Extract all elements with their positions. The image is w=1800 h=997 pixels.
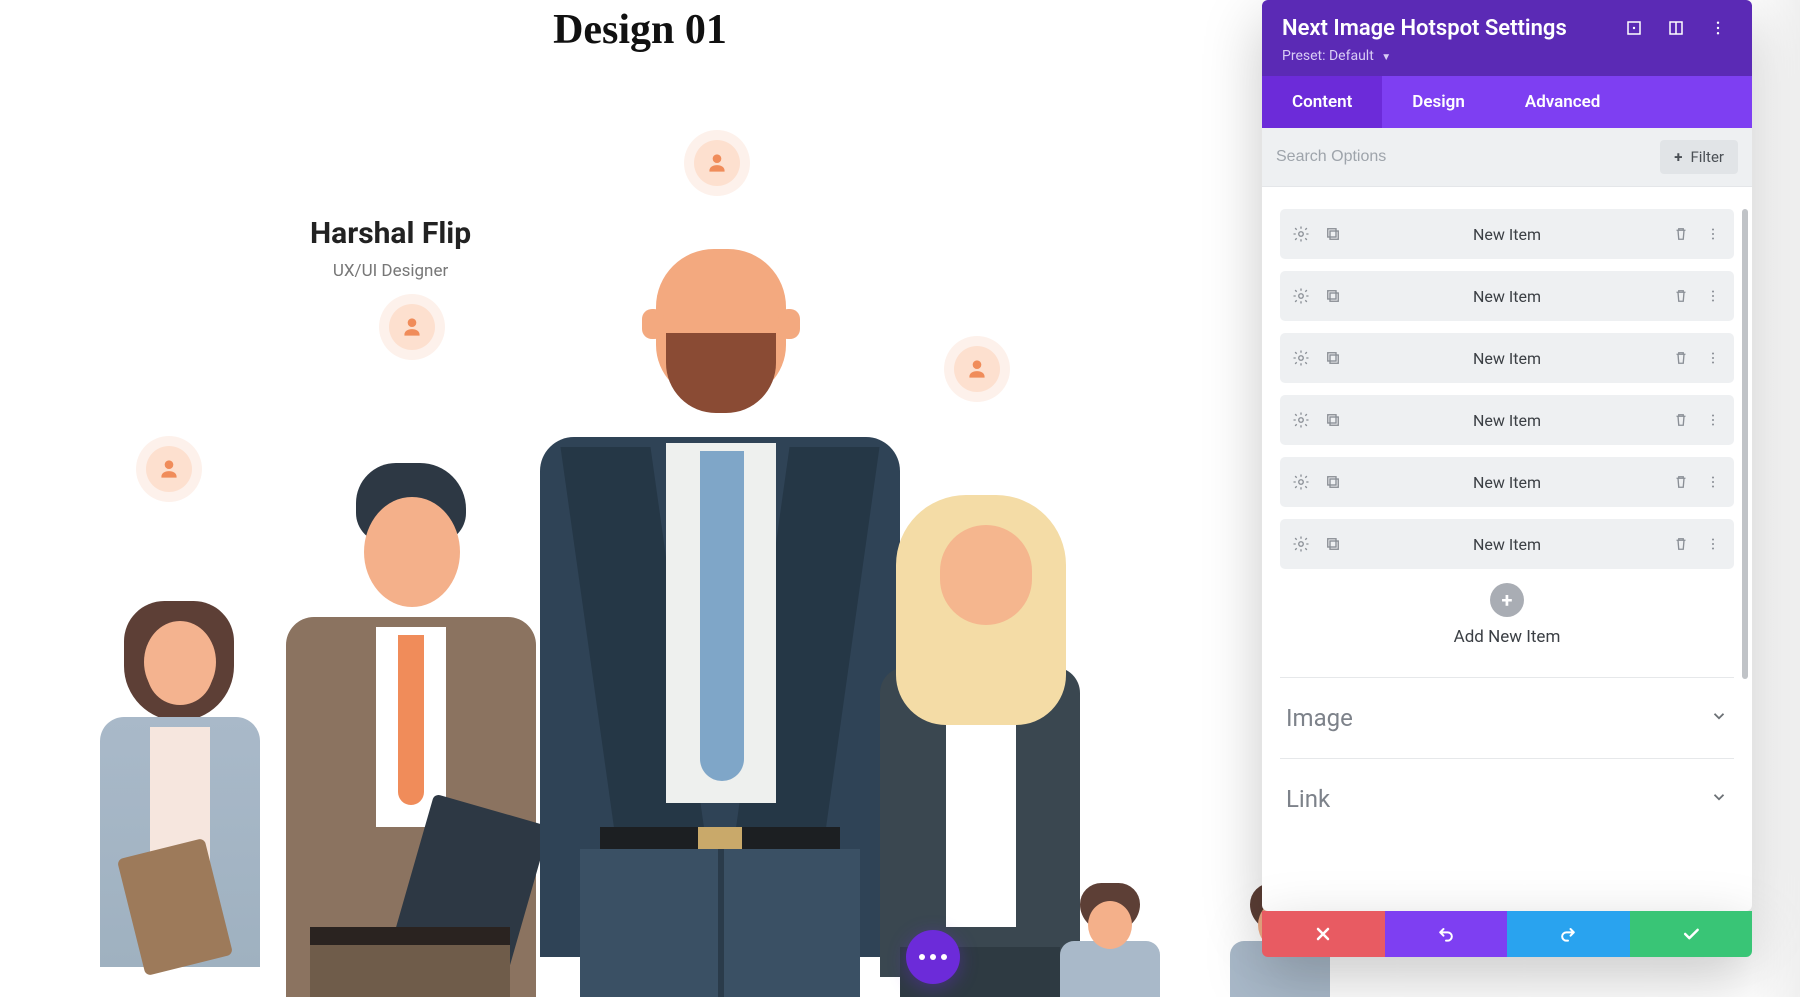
plus-icon: + <box>1674 148 1682 166</box>
section-link[interactable]: Link <box>1280 758 1734 839</box>
trash-icon[interactable] <box>1672 349 1690 367</box>
trash-icon[interactable] <box>1672 225 1690 243</box>
panel-footer <box>1262 911 1752 957</box>
trash-icon[interactable] <box>1672 411 1690 429</box>
item-label: New Item <box>1342 535 1672 554</box>
list-item[interactable]: New Item <box>1280 519 1734 569</box>
columns-icon[interactable] <box>1662 14 1690 42</box>
tab-design[interactable]: Design <box>1382 76 1495 128</box>
gear-icon[interactable] <box>1292 411 1310 429</box>
tooltip-name: Harshal Flip <box>310 216 471 251</box>
caret-down-icon: ▼ <box>1381 52 1391 63</box>
undo-button[interactable] <box>1385 911 1508 957</box>
duplicate-icon[interactable] <box>1324 349 1342 367</box>
kebab-icon[interactable] <box>1704 535 1722 553</box>
preset-selector[interactable]: Preset: Default ▼ <box>1282 48 1732 64</box>
gear-icon[interactable] <box>1292 535 1310 553</box>
list-item[interactable]: New Item <box>1280 209 1734 259</box>
item-label: New Item <box>1342 349 1672 368</box>
duplicate-icon[interactable] <box>1324 473 1342 491</box>
section-title: Image <box>1286 704 1353 732</box>
search-input[interactable] <box>1276 148 1660 166</box>
page-canvas: Design 01 Harshal Flip UX/UI Designer <box>0 0 1280 997</box>
save-button[interactable] <box>1630 911 1753 957</box>
page-shadow <box>1752 0 1800 997</box>
panel-body[interactable]: New Item New Item New Item <box>1262 187 1752 911</box>
panel-tabs: Content Design Advanced <box>1262 76 1752 128</box>
search-bar: + Filter <box>1262 128 1752 187</box>
hotspot-tooltip: Harshal Flip UX/UI Designer <box>310 216 471 281</box>
duplicate-icon[interactable] <box>1324 225 1342 243</box>
list-item[interactable]: New Item <box>1280 395 1734 445</box>
panel-header[interactable]: Next Image Hotspot Settings Preset: Defa… <box>1262 0 1752 76</box>
item-label: New Item <box>1342 287 1672 306</box>
preset-value: Default <box>1329 48 1374 64</box>
character-mini <box>1050 877 1170 997</box>
kebab-icon[interactable] <box>1704 287 1722 305</box>
kebab-icon[interactable] <box>1704 14 1732 42</box>
chevron-down-icon <box>1710 788 1728 810</box>
tooltip-role: UX/UI Designer <box>310 261 471 281</box>
hotspot-marker[interactable] <box>694 140 740 186</box>
tab-advanced[interactable]: Advanced <box>1495 76 1631 128</box>
tab-content[interactable]: Content <box>1262 76 1382 128</box>
section-title: Link <box>1286 785 1330 813</box>
list-item[interactable]: New Item <box>1280 333 1734 383</box>
duplicate-icon[interactable] <box>1324 287 1342 305</box>
hotspot-marker[interactable] <box>389 304 435 350</box>
hotspot-marker[interactable] <box>146 446 192 492</box>
add-item-label: Add New Item <box>1280 627 1734 647</box>
gear-icon[interactable] <box>1292 225 1310 243</box>
settings-panel: Next Image Hotspot Settings Preset: Defa… <box>1262 0 1752 911</box>
trash-icon[interactable] <box>1672 535 1690 553</box>
expand-icon[interactable] <box>1620 14 1648 42</box>
kebab-icon[interactable] <box>1704 411 1722 429</box>
item-label: New Item <box>1342 473 1672 492</box>
redo-button[interactable] <box>1507 911 1630 957</box>
list-item[interactable]: New Item <box>1280 457 1734 507</box>
duplicate-icon[interactable] <box>1324 535 1342 553</box>
panel-title: Next Image Hotspot Settings <box>1282 16 1606 41</box>
page-title: Design 01 <box>553 6 727 54</box>
filter-button[interactable]: + Filter <box>1660 140 1738 174</box>
add-item-button[interactable]: + <box>1490 583 1524 617</box>
kebab-icon[interactable] <box>1704 225 1722 243</box>
filter-label: Filter <box>1690 148 1724 166</box>
kebab-icon[interactable] <box>1704 473 1722 491</box>
kebab-icon[interactable] <box>1704 349 1722 367</box>
gear-icon[interactable] <box>1292 473 1310 491</box>
hotspot-marker[interactable] <box>954 346 1000 392</box>
trash-icon[interactable] <box>1672 287 1690 305</box>
chevron-down-icon <box>1710 707 1728 729</box>
cancel-button[interactable] <box>1262 911 1385 957</box>
list-item[interactable]: New Item <box>1280 271 1734 321</box>
character <box>260 447 560 997</box>
builder-fab[interactable] <box>906 930 960 984</box>
gear-icon[interactable] <box>1292 287 1310 305</box>
section-image[interactable]: Image <box>1280 677 1734 758</box>
scrollbar-thumb[interactable] <box>1742 209 1748 679</box>
gear-icon[interactable] <box>1292 349 1310 367</box>
duplicate-icon[interactable] <box>1324 411 1342 429</box>
character <box>80 587 280 997</box>
item-label: New Item <box>1342 225 1672 244</box>
preset-label: Preset: <box>1282 48 1326 64</box>
item-label: New Item <box>1342 411 1672 430</box>
trash-icon[interactable] <box>1672 473 1690 491</box>
illustration-stage: Harshal Flip UX/UI Designer <box>80 160 1280 997</box>
